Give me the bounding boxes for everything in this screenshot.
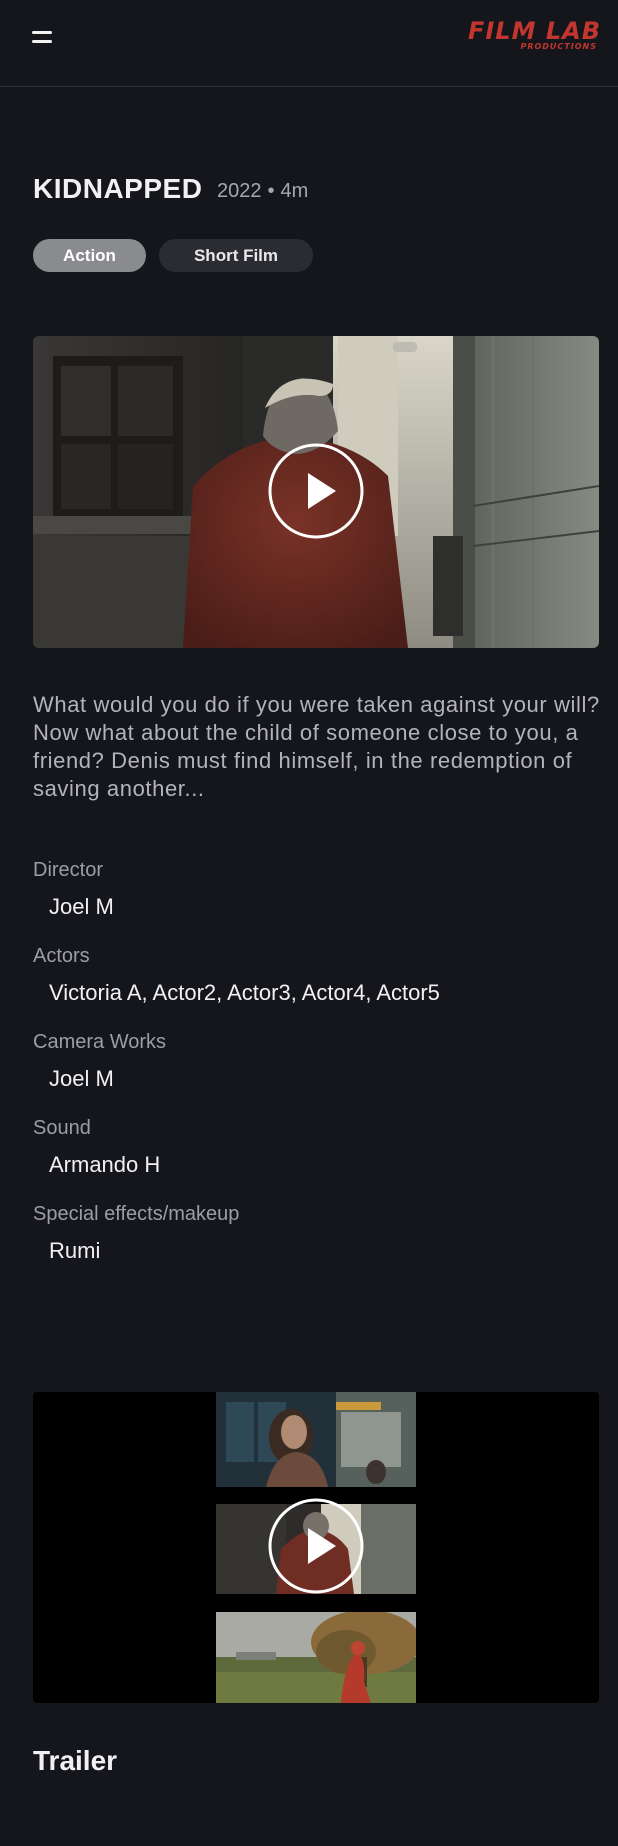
trailer-frame-3-image bbox=[216, 1612, 416, 1703]
trailer-video-player[interactable] bbox=[33, 1392, 599, 1703]
film-year: 2022 bbox=[217, 180, 262, 202]
top-header: FILM LAB PRODUCTIONS bbox=[0, 0, 618, 87]
credit-label-effects: Special effects/makeup bbox=[33, 1203, 240, 1225]
menu-line bbox=[32, 40, 52, 43]
credit-label-actors: Actors bbox=[33, 945, 90, 967]
credit-label-director: Director bbox=[33, 859, 104, 881]
credit-value-director: Joel M bbox=[49, 894, 114, 919]
play-icon[interactable] bbox=[268, 443, 364, 539]
trailer-play-icon[interactable] bbox=[268, 1498, 364, 1594]
trailer-play-icon-graphic bbox=[268, 1498, 364, 1594]
hamburger-menu-icon[interactable] bbox=[30, 26, 56, 50]
credit-value-effects: Rumi bbox=[49, 1238, 101, 1263]
main-video-player[interactable] bbox=[33, 336, 599, 648]
genre-tags: Action Short Film bbox=[33, 239, 313, 272]
trailer-frame-3 bbox=[216, 1612, 416, 1703]
credit-label-camera: Camera Works bbox=[33, 1031, 166, 1053]
credit-value-sound: Armando H bbox=[49, 1152, 161, 1177]
film-title: KIDNAPPED bbox=[33, 173, 203, 204]
film-lab-logo[interactable]: FILM LAB PRODUCTIONS bbox=[468, 18, 601, 51]
meta-separator: • bbox=[267, 180, 275, 202]
credit-value-camera: Joel M bbox=[49, 1066, 114, 1091]
credits-list: Director Joel M Actors Victoria A, Actor… bbox=[33, 857, 593, 1287]
trailer-frame-1 bbox=[216, 1392, 416, 1487]
credit-label-sound: Sound bbox=[33, 1117, 91, 1139]
trailer-frame-1-image bbox=[216, 1392, 416, 1487]
film-meta: 2022 • 4m bbox=[217, 180, 308, 203]
trailer-heading: Trailer bbox=[33, 1745, 118, 1776]
tag-short-film[interactable]: Short Film bbox=[159, 239, 313, 272]
menu-line bbox=[32, 31, 52, 34]
play-icon-graphic bbox=[268, 443, 364, 539]
tag-action[interactable]: Action bbox=[33, 239, 146, 272]
credit-value-actors: Victoria A, Actor2, Actor3, Actor4, Acto… bbox=[49, 980, 440, 1005]
film-description: What would you do if you were taken agai… bbox=[33, 692, 600, 801]
logo-main-text: FILM LAB bbox=[467, 17, 601, 45]
film-duration: 4m bbox=[280, 180, 309, 202]
